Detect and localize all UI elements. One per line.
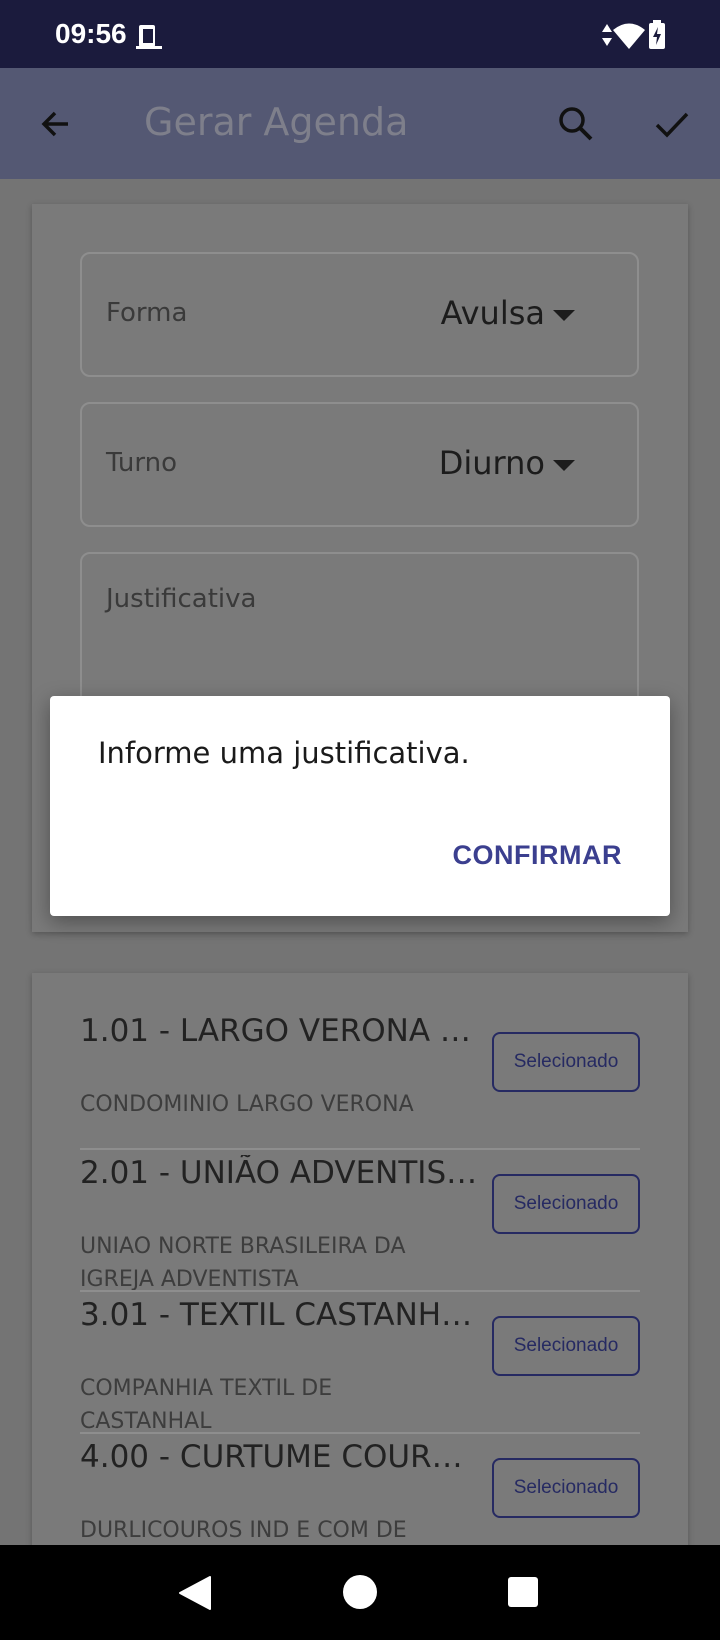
status-bar: 09:56 — [0, 0, 720, 68]
divider — [80, 1290, 640, 1292]
divider — [80, 1148, 640, 1150]
forma-select[interactable]: Forma Avulsa — [80, 252, 639, 377]
search-button[interactable] — [548, 96, 604, 152]
wifi-icon — [612, 22, 646, 54]
item-title: 3.01 - TEXTIL CASTANHA... — [80, 1297, 480, 1333]
turno-label: Turno — [106, 448, 178, 478]
turno-select[interactable]: Turno Diurno — [80, 402, 639, 527]
item-subtitle: CONDOMINIO LARGO VERONA — [80, 1092, 414, 1117]
list-item: 1.01 - LARGO VERONA - P... CONDOMINIO LA… — [80, 1013, 640, 1133]
chevron-down-icon — [553, 460, 575, 471]
confirmar-button[interactable]: CONFIRMAR — [453, 840, 622, 871]
alert-dialog: Informe uma justificativa. CONFIRMAR — [50, 696, 670, 916]
item-subtitle: COMPANHIA TEXTIL DE CASTANHAL — [80, 1376, 333, 1434]
item-title: 1.01 - LARGO VERONA - P... — [80, 1013, 480, 1049]
check-icon — [655, 112, 689, 138]
phone-notification-icon — [134, 22, 164, 56]
list-item: 2.01 - UNIÃO ADVENTIST... UNIAO NORTE BR… — [80, 1155, 640, 1295]
nav-recents-icon[interactable] — [507, 1576, 539, 1612]
item-title: 4.00 - CURTUME COURO ... — [80, 1439, 480, 1475]
chevron-down-icon — [553, 310, 575, 321]
back-button[interactable] — [28, 96, 84, 152]
list-card: 1.01 - LARGO VERONA - P... CONDOMINIO LA… — [32, 973, 688, 1640]
item-subtitle: UNIAO NORTE BRASILEIRA DA IGREJA ADVENTI… — [80, 1234, 406, 1292]
turno-value: Diurno — [438, 444, 545, 482]
search-icon — [559, 107, 593, 141]
forma-label: Forma — [106, 298, 188, 328]
navigation-bar — [0, 1545, 720, 1640]
item-subtitle: DURLICOUROS IND E COM DE — [80, 1518, 407, 1543]
divider — [80, 1432, 640, 1434]
justificativa-label: Justificativa — [106, 584, 257, 614]
selecionado-button[interactable]: Selecionado — [492, 1458, 640, 1518]
item-title: 2.01 - UNIÃO ADVENTIST... — [80, 1155, 480, 1191]
selecionado-button[interactable]: Selecionado — [492, 1316, 640, 1376]
nav-home-icon[interactable] — [342, 1574, 378, 1614]
page-title: Gerar Agenda — [144, 100, 409, 144]
confirm-button[interactable] — [644, 96, 700, 152]
app-bar: Gerar Agenda — [0, 68, 720, 179]
list-item: 3.01 - TEXTIL CASTANHA... COMPANHIA TEXT… — [80, 1297, 640, 1437]
arrow-left-icon — [41, 111, 68, 137]
dialog-message: Informe uma justificativa. — [98, 736, 470, 770]
nav-back-icon[interactable] — [178, 1575, 212, 1615]
battery-charging-icon — [648, 20, 666, 54]
selecionado-button[interactable]: Selecionado — [492, 1174, 640, 1234]
selecionado-button[interactable]: Selecionado — [492, 1032, 640, 1092]
forma-value: Avulsa — [440, 294, 545, 332]
status-time: 09:56 — [55, 18, 127, 49]
